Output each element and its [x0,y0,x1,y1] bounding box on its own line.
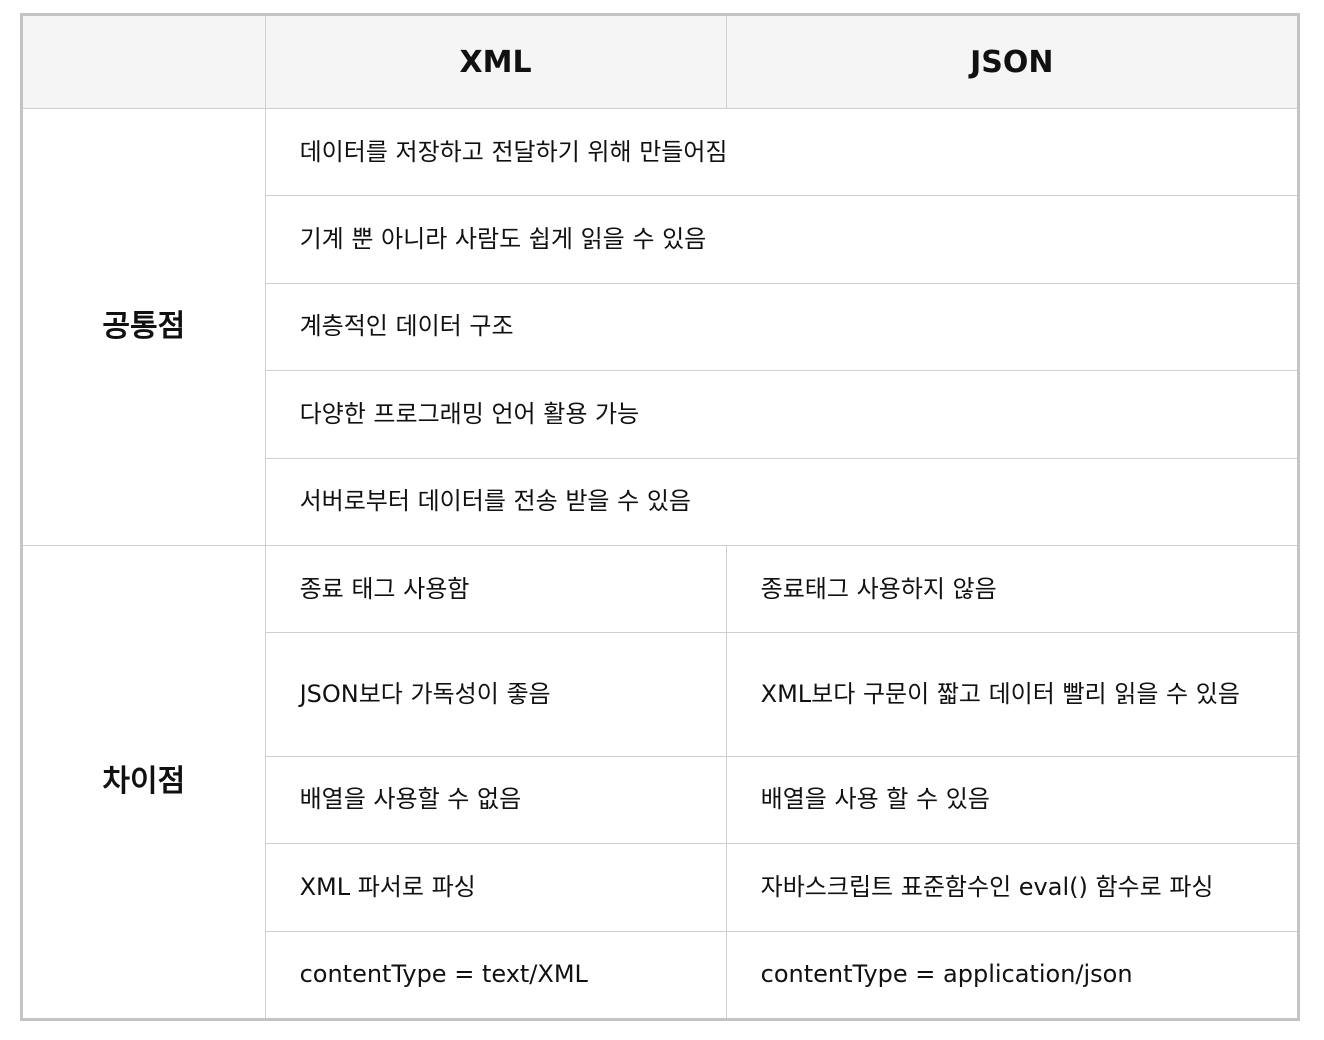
difference-label: 차이점 [21,544,266,1021]
difference-json-cell: 배열을 사용 할 수 있음 [725,755,1300,845]
difference-xml-cell: 종료 태그 사용함 [264,544,727,634]
common-row: 공통점 데이터를 저장하고 전달하기 위해 만들어짐 [21,107,1300,546]
difference-json-cell: 자바스크립트 표준함수인 eval() 함수로 파싱 [725,843,1300,932]
header-corner-cell [21,14,266,109]
difference-row: 차이점 종료 태그 사용함 종료태그 사용하지 않음 [21,544,1300,1021]
difference-xml-cell: contentType = text/XML [264,930,727,1021]
difference-json-cell: XML보다 구문이 짧고 데이터 빨리 읽을 수 있음 [725,632,1300,757]
header-json: JSON [725,14,1300,109]
header-xml: XML [264,14,727,109]
comparison-table: XML JSON 공통점 데이터를 저장하고 전달하기 위해 만들어짐 기계 뿐… [20,13,1300,1021]
difference-xml-cell: XML 파서로 파싱 [264,843,727,932]
difference-xml-cell: 배열을 사용할 수 없음 [264,755,727,845]
common-item: 기계 뿐 아니라 사람도 쉽게 읽을 수 있음 [264,195,1300,284]
difference-xml-cell: JSON보다 가독성이 좋음 [264,632,727,757]
header-row: XML JSON [21,14,1300,109]
difference-json-cell: contentType = application/json [725,930,1300,1021]
common-item: 데이터를 저장하고 전달하기 위해 만들어짐 [264,107,1300,197]
common-label: 공통점 [21,108,266,546]
difference-json-cell: 종료태그 사용하지 않음 [725,544,1300,634]
common-item: 계층적인 데이터 구조 [264,282,1300,372]
common-item: 서버로부터 데이터를 전송 받을 수 있음 [264,457,1300,546]
common-item: 다양한 프로그래밍 언어 활용 가능 [264,370,1300,459]
